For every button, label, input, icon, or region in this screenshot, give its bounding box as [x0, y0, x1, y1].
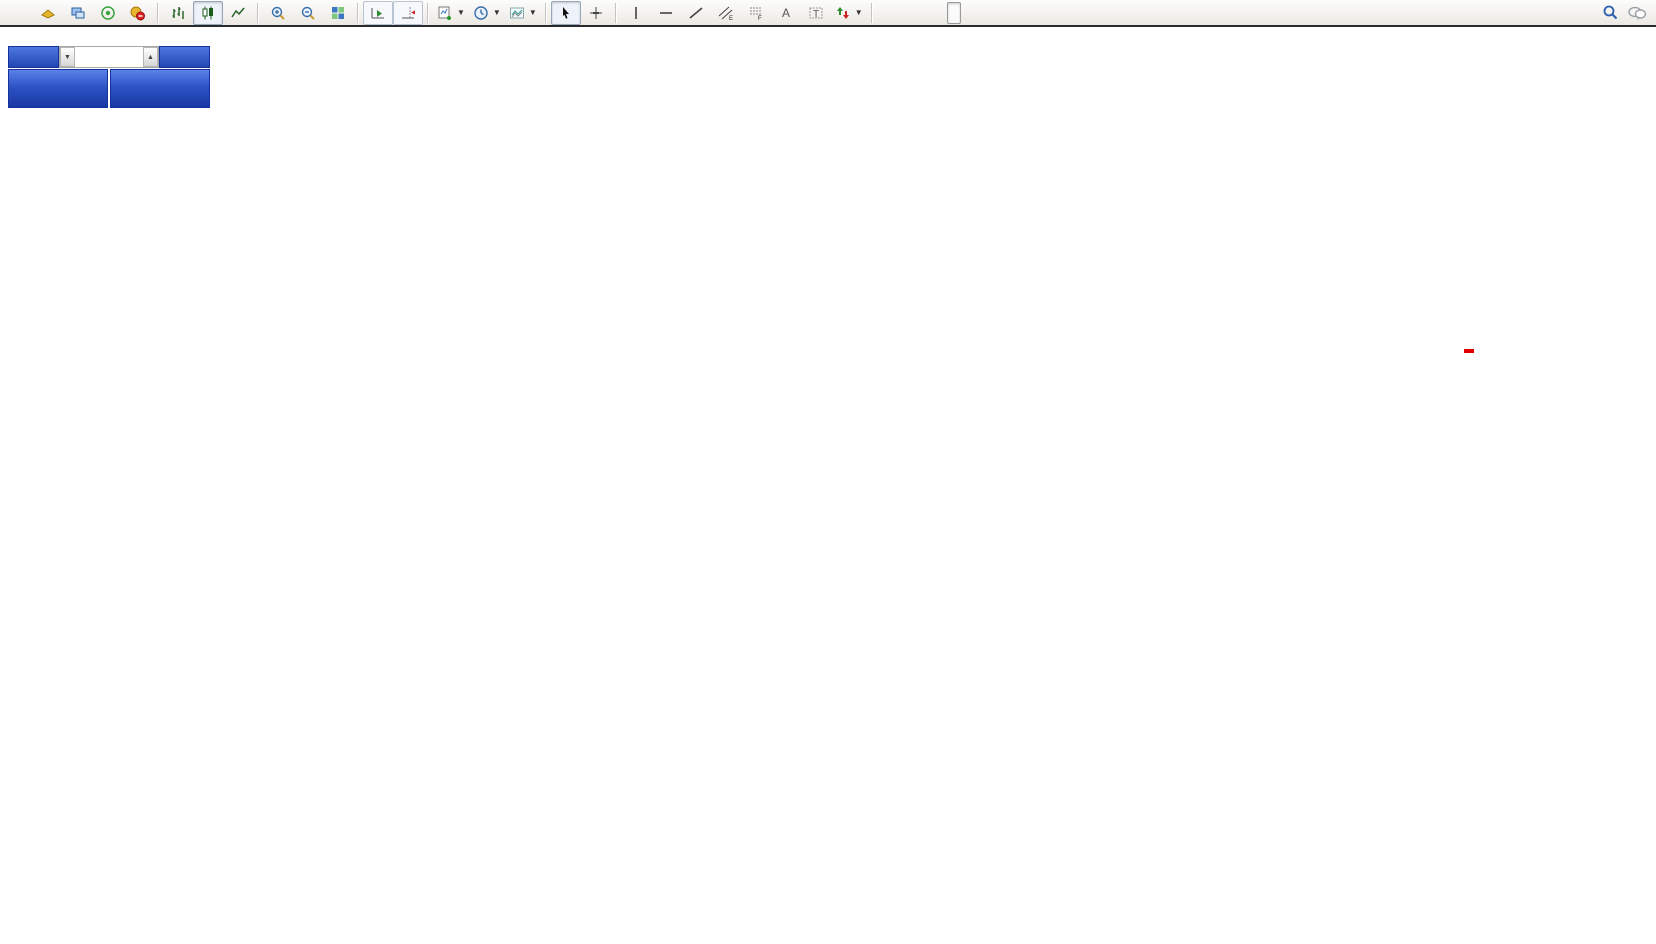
- text-label-icon: T: [808, 5, 824, 21]
- fibonacci-icon: F: [748, 5, 764, 21]
- tab-timeframe-w1[interactable]: [975, 2, 989, 24]
- chart-profiles-button[interactable]: [33, 1, 63, 25]
- periods-button[interactable]: ▼: [469, 1, 505, 25]
- svg-text:E: E: [729, 16, 733, 21]
- chevron-down-icon[interactable]: ▼: [855, 8, 863, 17]
- zoom-out-button[interactable]: [293, 1, 323, 25]
- line-chart-button[interactable]: [223, 1, 253, 25]
- line-chart-icon: [230, 5, 246, 21]
- equidistant-channel-icon: E: [718, 5, 734, 21]
- toolbar-separator: [157, 3, 159, 23]
- vertical-line-button[interactable]: [621, 1, 651, 25]
- indicators-button[interactable]: ▼: [505, 1, 541, 25]
- tab-timeframe-m30[interactable]: [919, 2, 933, 24]
- tile-windows-icon: [330, 5, 346, 21]
- zoom-in-icon: [270, 5, 286, 21]
- svg-text:F: F: [758, 16, 762, 21]
- tab-timeframe-mn[interactable]: [989, 2, 1003, 24]
- text-button[interactable]: A: [771, 1, 801, 25]
- tab-timeframe-h1[interactable]: [933, 2, 947, 24]
- tab-timeframe-d1[interactable]: [961, 2, 975, 24]
- auto-trading-icon: [129, 5, 145, 21]
- horizontal-line-icon: [658, 5, 674, 21]
- chevron-down-icon[interactable]: ▼: [529, 8, 537, 17]
- indicators-icon: [509, 5, 525, 21]
- trendline-icon: [688, 5, 704, 21]
- gold-profile-icon: [40, 5, 56, 21]
- toolbar-separator: [545, 3, 547, 23]
- vertical-line-icon: [628, 5, 644, 21]
- toolbar-separator: [615, 3, 617, 23]
- chart-shift-button[interactable]: [393, 1, 423, 25]
- signal-button[interactable]: [93, 1, 123, 25]
- tile-windows-button[interactable]: [323, 1, 353, 25]
- chart-canvas[interactable]: [0, 0, 1656, 944]
- arrows-button[interactable]: ▼: [831, 1, 867, 25]
- signal-icon: [100, 5, 116, 21]
- svg-text:A: A: [782, 6, 790, 20]
- chevron-down-icon[interactable]: ▼: [457, 8, 465, 17]
- search-icon[interactable]: [1602, 4, 1619, 21]
- auto-scroll-button[interactable]: [363, 1, 393, 25]
- market-watch-button[interactable]: [63, 1, 93, 25]
- auto-scroll-icon: [370, 5, 386, 21]
- arrows-icon: [835, 5, 851, 21]
- toolbar-separator: [427, 3, 429, 23]
- crosshair-icon: [588, 5, 604, 21]
- toolbar-separator: [871, 3, 873, 23]
- zoom-in-button[interactable]: [263, 1, 293, 25]
- tab-timeframe-m15[interactable]: [905, 2, 919, 24]
- auto-trading-button[interactable]: [123, 1, 153, 25]
- tab-timeframe-h4[interactable]: [947, 2, 961, 24]
- clock-icon: [473, 5, 489, 21]
- candlestick-chart-icon: [200, 5, 216, 21]
- trendline-button[interactable]: [681, 1, 711, 25]
- bar-chart-button[interactable]: [163, 1, 193, 25]
- cursor-button[interactable]: [551, 1, 581, 25]
- svg-text:T: T: [813, 9, 819, 20]
- chat-icon[interactable]: [1627, 5, 1647, 21]
- zoom-out-icon: [300, 5, 316, 21]
- new-chart-button[interactable]: ▼: [433, 1, 469, 25]
- fibonacci-button[interactable]: F: [741, 1, 771, 25]
- new-chart-icon: [437, 5, 453, 21]
- market-watch-icon: [70, 5, 86, 21]
- toolbar-separator: [257, 3, 259, 23]
- cursor-icon: [558, 5, 574, 21]
- toolbar-separator: [357, 3, 359, 23]
- text-icon: A: [778, 5, 794, 21]
- bar-chart-icon: [170, 5, 186, 21]
- chart-shift-icon: [400, 5, 416, 21]
- toolbar: ▼ ▼ ▼ E F A T ▼: [0, 0, 1656, 27]
- tab-timeframe-m5[interactable]: [891, 2, 905, 24]
- tab-timeframe-m1[interactable]: [877, 2, 891, 24]
- candlestick-chart-button[interactable]: [193, 1, 223, 25]
- horizontal-line-button[interactable]: [651, 1, 681, 25]
- chevron-down-icon[interactable]: ▼: [493, 8, 501, 17]
- equidistant-channel-button[interactable]: E: [711, 1, 741, 25]
- text-label-button[interactable]: T: [801, 1, 831, 25]
- crosshair-button[interactable]: [581, 1, 611, 25]
- new-order-button[interactable]: [3, 1, 33, 25]
